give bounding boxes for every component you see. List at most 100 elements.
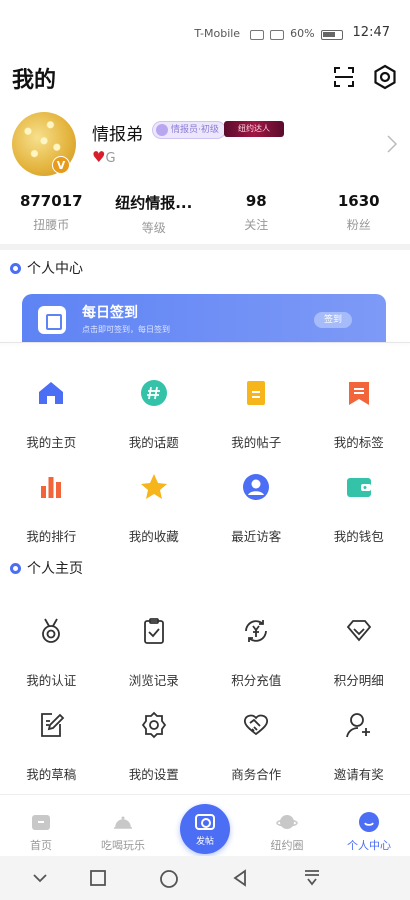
stat-label: 等级 <box>141 221 166 235</box>
tab-ny-circle[interactable]: 纽约圈 <box>246 795 328 856</box>
grid-item-label: 我的排行 <box>26 529 77 544</box>
profile-tab-icon <box>359 812 379 832</box>
signin-subtitle: 点击即可签到，每日签到 <box>82 325 170 334</box>
edit-icon <box>41 713 65 737</box>
battery-percent: 60% <box>290 27 315 40</box>
visitor-icon <box>243 474 270 500</box>
grid-item-invite[interactable]: 邀请有奖 <box>308 676 410 782</box>
yen-refresh-icon <box>245 620 268 642</box>
grid-item-label: 我的收藏 <box>128 529 179 544</box>
grid-item-recharge[interactable]: 积分充值 <box>205 582 308 688</box>
stat-value: 1630 <box>337 192 380 210</box>
sheet-edge <box>0 342 410 343</box>
post-button-label: 发帖 <box>195 837 214 847</box>
home-icon <box>39 382 64 404</box>
grid-item-settings[interactable]: 我的设置 <box>103 676 206 782</box>
grid-item-posts[interactable]: 我的帖子 <box>205 344 308 450</box>
grid-item-label: 商务合作 <box>231 767 282 782</box>
grid-item-history[interactable]: 浏览记录 <box>103 582 206 688</box>
stat-label: 扭腰币 <box>33 218 70 232</box>
page-title: 我的 <box>12 68 57 93</box>
home-tab-icon <box>32 815 50 830</box>
tab-personal-center[interactable]: 个人中心 <box>328 795 410 856</box>
tab-food-fun[interactable]: 吃喝玩乐 <box>82 795 164 856</box>
personal-center-grid: 我的主页 我的话题 我的帖子 我的标签 我的排行 我的收藏 最近访客 我的钱包 <box>0 344 410 544</box>
carrier-name: T-Mobile <box>194 27 241 40</box>
grid-item-favorites[interactable]: 我的收藏 <box>103 438 206 544</box>
grid-item-verification[interactable]: 我的认证 <box>0 582 103 688</box>
signin-button[interactable]: 签到 <box>314 312 352 328</box>
settings-icon <box>141 711 166 739</box>
grid-item-visitors[interactable]: 最近访客 <box>205 438 308 544</box>
signal-icon <box>250 30 265 40</box>
grid-item-label: 我的草稿 <box>26 767 77 782</box>
stat-coins[interactable]: 877017 扭腰币 <box>0 192 103 240</box>
status-bar: T-Mobile 60% 12:47 <box>0 0 410 52</box>
personal-home-grid: 我的认证 浏览记录 积分充值 积分明细 我的草稿 我的设置 商务合作 邀请有奖 <box>0 582 410 782</box>
document-icon <box>247 381 266 405</box>
stat-following[interactable]: 98 关注 <box>205 192 308 240</box>
title-badge: 纽约达人 <box>224 121 284 137</box>
level-badge: 情报员·初级 <box>152 121 226 139</box>
post-button[interactable]: 发帖 <box>180 804 230 854</box>
grid-item-label: 邀请有奖 <box>333 767 384 782</box>
handshake-icon <box>244 714 269 736</box>
grid-item-drafts[interactable]: 我的草稿 <box>0 676 103 782</box>
scan-icon[interactable] <box>332 65 356 89</box>
wifi-icon <box>270 30 285 40</box>
grid-item-ranking[interactable]: 我的排行 <box>0 438 103 544</box>
tab-label: 纽约圈 <box>270 839 304 852</box>
checkin-icon <box>38 306 66 334</box>
grid-item-business[interactable]: 商务合作 <box>205 676 308 782</box>
section-title-home: 个人主页 <box>10 558 83 578</box>
clipboard-icon <box>143 618 164 644</box>
settings-gear-icon[interactable] <box>372 64 398 90</box>
back-triangle-icon[interactable] <box>230 868 250 888</box>
battery-icon <box>320 30 343 40</box>
stat-label: 粉丝 <box>346 218 371 232</box>
diamond-icon <box>346 620 371 642</box>
signin-title: 每日签到 <box>82 305 138 321</box>
profile-card[interactable]: V 情报弟 情报员·初级 纽约达人 ♥G <box>0 110 410 180</box>
camera-icon <box>195 814 215 830</box>
gender-text: G <box>105 151 116 166</box>
stat-followers[interactable]: 1630 粉丝 <box>308 192 410 240</box>
wallet-icon <box>346 478 371 497</box>
home-circle-icon[interactable] <box>158 868 180 890</box>
chevron-down-icon[interactable] <box>30 868 50 888</box>
ranking-icon <box>41 477 62 498</box>
hashtag-icon <box>140 380 167 406</box>
medal-icon <box>42 618 61 643</box>
stat-value: 纽约情报... <box>115 194 193 212</box>
tab-home[interactable]: 首页 <box>0 795 82 856</box>
section-marker-icon <box>10 262 21 274</box>
clock: 12:47 <box>352 25 390 40</box>
page-header: 我的 <box>0 58 410 98</box>
grid-item-tags[interactable]: 我的标签 <box>308 344 410 450</box>
grid-item-label: 我的钱包 <box>333 529 384 544</box>
tab-label: 吃喝玩乐 <box>101 839 145 852</box>
system-nav-bar <box>0 856 410 900</box>
stat-label: 关注 <box>244 218 269 232</box>
grid-item-topics[interactable]: 我的话题 <box>103 344 206 450</box>
section-title-center: 个人中心 <box>10 258 83 278</box>
recents-square-icon[interactable] <box>88 868 108 888</box>
grid-item-points-detail[interactable]: 积分明细 <box>308 582 410 688</box>
daily-signin-banner[interactable]: 每日签到 点击即可签到，每日签到 签到 <box>22 294 386 342</box>
grid-item-label: 我的设置 <box>128 767 179 782</box>
stat-level[interactable]: 纽约情报... 等级 <box>103 192 206 240</box>
grid-item-homepage[interactable]: 我的主页 <box>0 344 103 450</box>
grid-item-wallet[interactable]: 我的钱包 <box>308 438 410 544</box>
section-divider <box>0 244 410 250</box>
chevron-right-icon[interactable] <box>386 134 398 154</box>
section-title-text: 个人主页 <box>27 561 83 577</box>
tab-label: 个人中心 <box>347 839 391 852</box>
heart-icon: ♥ <box>92 148 106 166</box>
notification-pulldown-icon[interactable] <box>302 868 322 888</box>
section-marker-icon <box>10 562 21 574</box>
stat-value: 877017 <box>19 192 83 210</box>
grid-item-label: 最近访客 <box>231 529 282 544</box>
tab-label: 首页 <box>30 839 52 852</box>
gender-line: ♥G <box>92 148 116 166</box>
verified-badge-icon: V <box>52 156 70 174</box>
